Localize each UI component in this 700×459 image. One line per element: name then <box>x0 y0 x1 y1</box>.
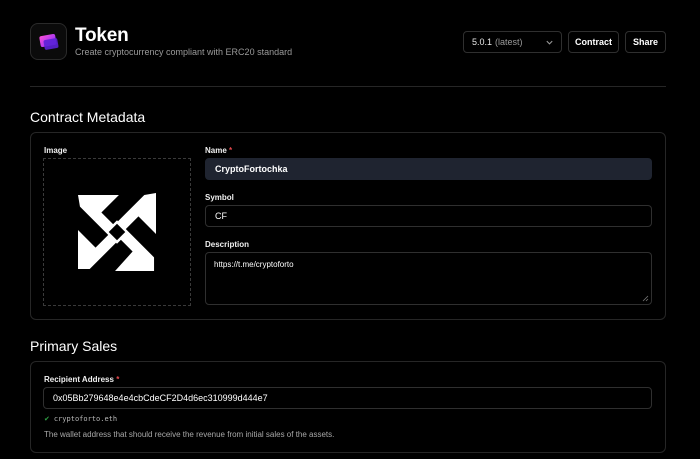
description-label: Description <box>205 240 250 249</box>
version-value: 5.0.1 <box>472 37 493 47</box>
image-label: Image <box>44 146 68 155</box>
contract-button[interactable]: Contract <box>568 31 619 53</box>
share-button[interactable]: Share <box>625 31 666 53</box>
ens-name: cryptoforto.eth <box>53 415 118 423</box>
recipient-address-label: Recipient Address * <box>44 375 120 384</box>
version-suffix: (latest) <box>495 37 523 47</box>
token-logo-image <box>78 193 156 271</box>
required-marker: * <box>116 375 120 384</box>
page-subtitle: Create cryptocurrency compliant with ERC… <box>75 47 293 57</box>
contract-metadata-heading: Contract Metadata <box>30 109 146 125</box>
name-label: Name * <box>205 146 233 155</box>
page-title: Token <box>75 25 129 46</box>
check-icon: ✔ <box>44 415 50 423</box>
chevron-down-icon <box>546 40 553 45</box>
required-marker: * <box>229 146 233 155</box>
recipient-address-input[interactable]: 0x05Bb279648e4e4cbCdeCF2D4d6ec310999d444… <box>43 387 652 409</box>
description-value: https://t.me/cryptoforto <box>214 260 294 269</box>
token-app-icon <box>30 23 67 60</box>
version-select[interactable]: 5.0.1 (latest) <box>463 31 562 53</box>
header-divider <box>30 86 666 87</box>
primary-sales-heading: Primary Sales <box>30 338 118 354</box>
symbol-label: Symbol <box>205 193 234 202</box>
name-input[interactable]: CryptoFortochka <box>205 158 652 180</box>
image-upload[interactable] <box>43 158 191 306</box>
resize-grip-icon[interactable] <box>642 295 649 302</box>
recipient-helper-text: The wallet address that should receive t… <box>44 430 335 439</box>
symbol-input[interactable]: CF <box>205 205 652 227</box>
description-textarea[interactable]: https://t.me/cryptoforto <box>205 252 652 305</box>
ens-resolved: ✔ cryptoforto.eth <box>44 415 117 423</box>
